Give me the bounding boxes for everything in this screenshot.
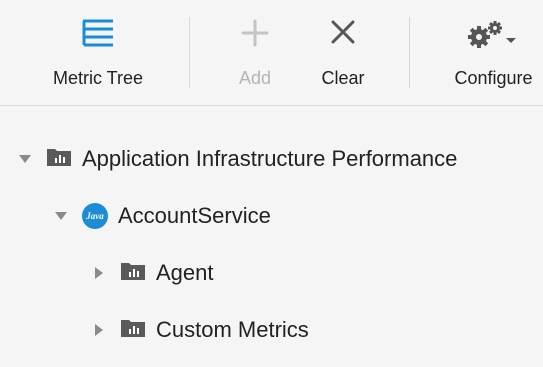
caret-down-icon[interactable] bbox=[18, 152, 32, 166]
gears-icon bbox=[466, 20, 522, 55]
tree-node-label: Agent bbox=[156, 260, 214, 285]
add-button[interactable]: Add bbox=[224, 0, 286, 106]
close-icon bbox=[329, 18, 357, 51]
plus-icon bbox=[240, 18, 270, 53]
folder-chart-icon bbox=[46, 147, 72, 172]
java-badge-text: Java bbox=[86, 211, 104, 221]
toolbar-divider bbox=[409, 17, 410, 88]
clear-button[interactable]: Clear bbox=[312, 0, 374, 106]
tree-node-root[interactable]: Application Infrastructure Performance bbox=[18, 139, 457, 179]
caret-down-icon[interactable] bbox=[54, 209, 68, 223]
metric-tree: Application Infrastructure Performance J… bbox=[0, 107, 543, 367]
metric-tree-icon bbox=[81, 18, 115, 53]
toolbar-divider bbox=[189, 17, 190, 88]
metric-tree-button[interactable]: Metric Tree bbox=[40, 0, 156, 106]
add-label: Add bbox=[238, 68, 272, 88]
metric-tree-label: Metric Tree bbox=[52, 68, 144, 88]
configure-label: Configure bbox=[454, 68, 533, 88]
caret-right-icon[interactable] bbox=[92, 266, 106, 280]
toolbar: Metric Tree Add Clear Configure bbox=[0, 0, 543, 106]
tree-node-label: Custom Metrics bbox=[156, 317, 309, 342]
folder-chart-icon bbox=[120, 318, 146, 343]
tree-node-label: Application Infrastructure Performance bbox=[82, 146, 458, 171]
configure-button[interactable]: Configure bbox=[444, 0, 543, 106]
folder-chart-icon bbox=[120, 261, 146, 286]
java-icon: Java bbox=[82, 203, 108, 229]
tree-node-agent[interactable]: Agent bbox=[92, 253, 214, 293]
clear-label: Clear bbox=[321, 68, 365, 88]
tree-node-custom-metrics[interactable]: Custom Metrics bbox=[92, 310, 309, 350]
tree-node-accountservice[interactable]: Java AccountService bbox=[54, 196, 271, 236]
tree-node-label: AccountService bbox=[118, 203, 271, 228]
caret-right-icon[interactable] bbox=[92, 323, 106, 337]
